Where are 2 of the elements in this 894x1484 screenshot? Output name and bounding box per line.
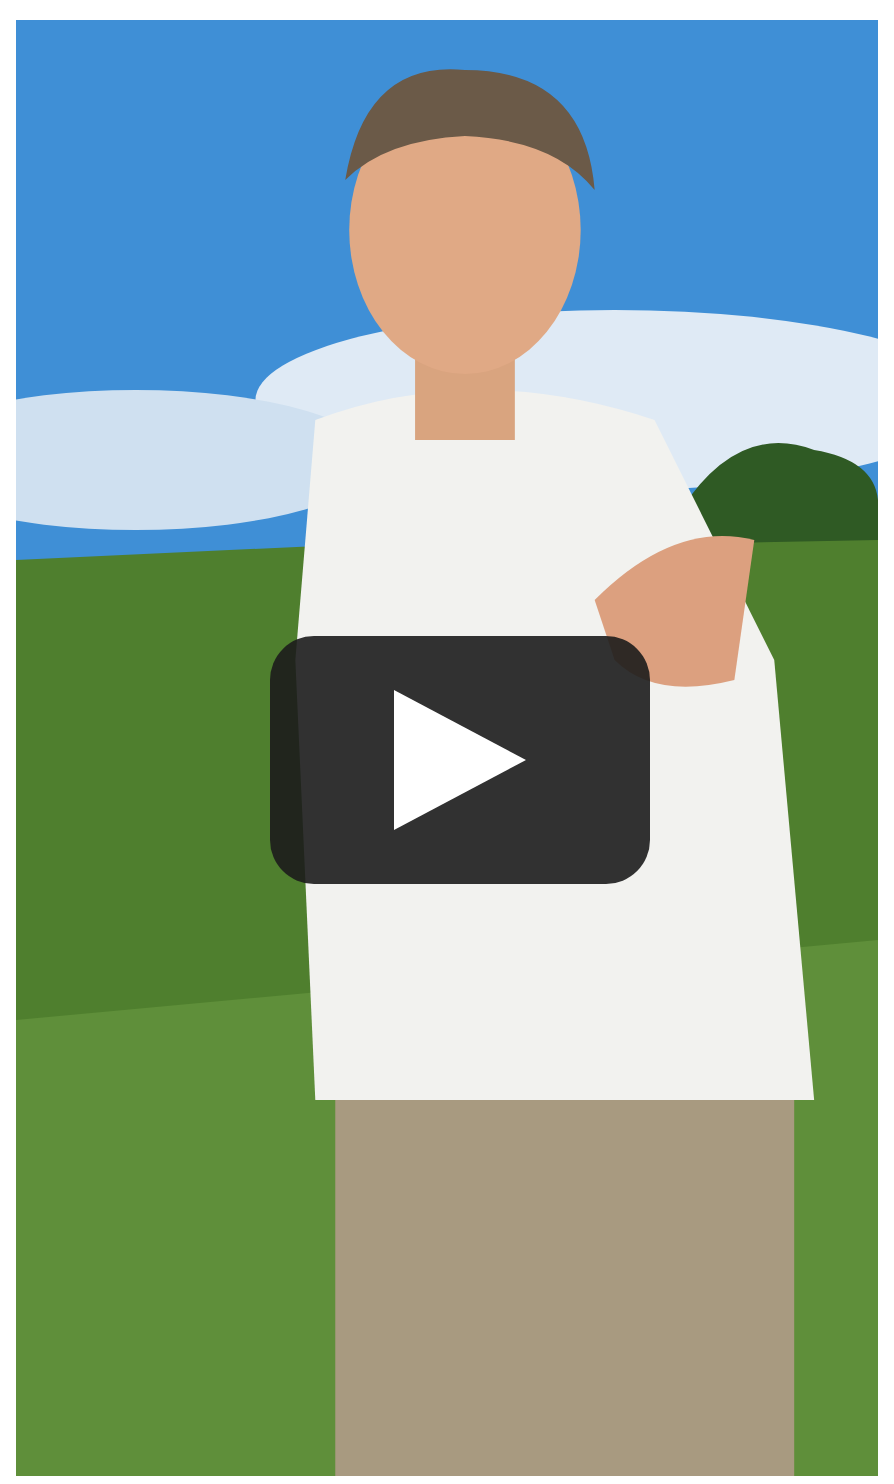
play-button[interactable] xyxy=(270,636,650,884)
play-icon xyxy=(394,690,526,830)
